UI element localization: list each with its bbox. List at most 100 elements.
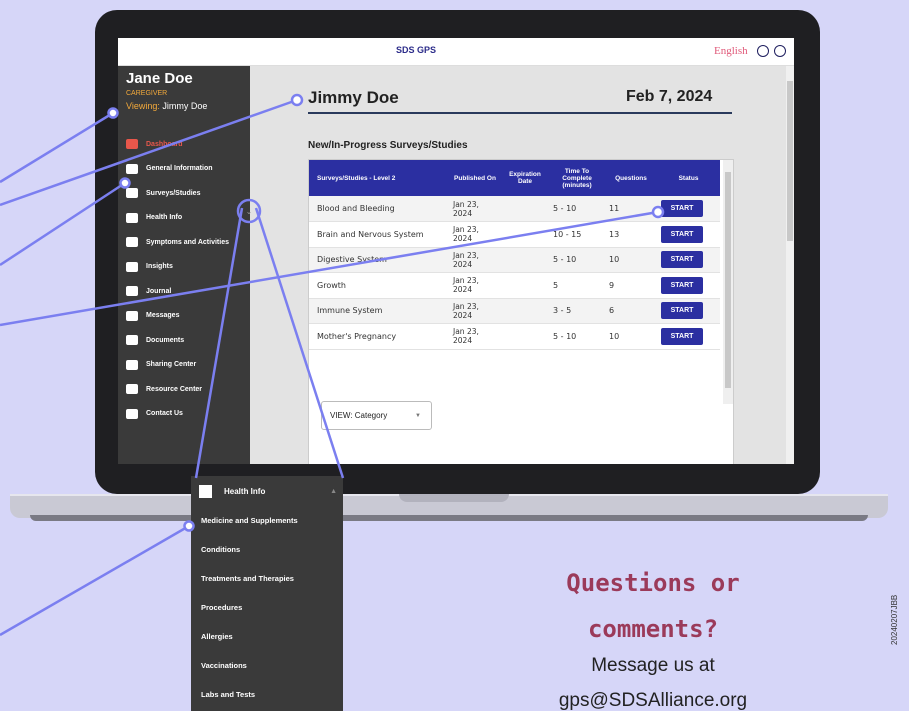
chart-icon <box>126 261 138 272</box>
sidebar-item-messages[interactable]: Messages <box>118 304 250 329</box>
chevron-down-icon: ▼ <box>415 413 421 419</box>
question-count: 6 <box>605 298 657 324</box>
submenu-item-procedures[interactable]: Procedures <box>191 593 343 622</box>
submenu-item-medicine[interactable]: Medicine and Supplements <box>191 506 343 535</box>
column-header[interactable]: Published On <box>449 160 501 196</box>
column-header[interactable]: Time To Complete (minutes) <box>549 160 605 196</box>
chevron-up-icon[interactable]: ▲ <box>330 488 337 495</box>
globe-icon[interactable] <box>757 45 769 57</box>
sidebar-item-label: Health Info <box>146 214 183 222</box>
published-date: Jan 23, 2024 <box>449 323 501 350</box>
column-header[interactable]: Surveys/Studies - Level 2 <box>309 160 449 196</box>
plus-icon <box>126 212 138 223</box>
time-to-complete: 5 - 10 <box>549 196 605 222</box>
expiration-date <box>501 221 549 248</box>
viewing-indicator: Viewing: Jimmy Doe <box>126 101 207 111</box>
sidebar-item-health-info[interactable]: Health Info <box>118 206 250 231</box>
header-divider <box>308 112 732 114</box>
sidebar-item-documents[interactable]: Documents <box>118 328 250 353</box>
sds-gps-logo[interactable]: SDS GPS <box>396 45 436 55</box>
sidebar-item-label: Messages <box>146 312 180 320</box>
user-circle-icon[interactable] <box>774 45 786 57</box>
time-to-complete: 5 <box>549 272 605 299</box>
question-icon <box>126 408 138 419</box>
callout-email[interactable]: gps@SDSAlliance.org <box>488 690 818 711</box>
submenu-header[interactable]: Health Info ▲ <box>191 476 343 506</box>
sidebar-item-sharing-center[interactable]: Sharing Center <box>118 353 250 378</box>
table-row: Brain and Nervous System Jan 23, 2024 10… <box>309 221 720 248</box>
language-selector[interactable]: English <box>714 45 748 57</box>
document-code: 20240207JBB <box>890 594 899 645</box>
survey-name: Mother's Pregnancy <box>309 323 449 350</box>
submenu-item-allergies[interactable]: Allergies <box>191 622 343 651</box>
callout-line-1: Questions or <box>566 569 740 597</box>
start-button[interactable]: START <box>661 225 703 243</box>
time-to-complete: 5 - 10 <box>549 323 605 350</box>
user-role: CAREGIVER <box>126 90 168 97</box>
health-info-submenu: Health Info ▲ Medicine and Supplements C… <box>191 476 343 711</box>
sidebar-item-contact-us[interactable]: Contact Us <box>118 402 250 427</box>
published-date: Jan 23, 2024 <box>449 221 501 248</box>
sidebar-item-label: Symptoms and Activities <box>146 238 229 246</box>
page-scrollbar[interactable] <box>786 66 794 464</box>
expiration-date <box>501 323 549 350</box>
sidebar-item-symptoms-activities[interactable]: Symptoms and Activities <box>118 230 250 255</box>
laptop-base-shadow <box>30 515 868 521</box>
sidebar-item-label: Resource Center <box>146 385 203 393</box>
table-row: Growth Jan 23, 2024 5 9 START <box>309 272 720 299</box>
column-header[interactable]: Expiration Date <box>501 160 549 196</box>
survey-name: Immune System <box>309 298 449 324</box>
sidebar-item-label: Documents <box>146 336 185 344</box>
time-to-complete: 10 - 15 <box>549 221 605 248</box>
expiration-date <box>501 298 549 324</box>
submenu-item-vaccinations[interactable]: Vaccinations <box>191 651 343 680</box>
sidebar-item-label: Surveys/Studies <box>146 189 201 197</box>
surveys-table: Surveys/Studies - Level 2 Published On E… <box>309 160 720 350</box>
table-row: Blood and Bleeding Jan 23, 2024 5 - 10 1… <box>309 196 720 222</box>
published-date: Jan 23, 2024 <box>449 272 501 299</box>
column-header[interactable]: Questions <box>605 160 657 196</box>
start-button[interactable]: START <box>661 302 703 320</box>
scrollbar-thumb[interactable] <box>725 172 731 388</box>
sidebar-item-general-information[interactable]: General Information <box>118 157 250 182</box>
share-icon <box>126 359 138 370</box>
view-category-select[interactable]: VIEW: Category ▼ <box>321 401 432 430</box>
clipboard-icon <box>126 188 138 199</box>
pointer-line-medicine <box>0 524 190 637</box>
surveys-card: Surveys/Studies - Level 2 Published On E… <box>308 159 734 464</box>
submenu-item-conditions[interactable]: Conditions <box>191 535 343 564</box>
start-button[interactable]: START <box>661 251 703 269</box>
start-button[interactable]: START <box>661 276 703 294</box>
app-screen: SDS GPS English Jane Doe CAREGIVER Viewi… <box>118 38 794 464</box>
table-row: Digestive System Jan 23, 2024 5 - 10 10 … <box>309 247 720 273</box>
home-icon <box>126 139 138 150</box>
table-row: Mother's Pregnancy Jan 23, 2024 5 - 10 1… <box>309 323 720 350</box>
column-header[interactable]: Status <box>657 160 720 196</box>
callout-message: Message us at <box>591 655 715 676</box>
submenu-header-label: Health Info <box>224 486 266 496</box>
user-name: Jane Doe <box>126 70 193 87</box>
view-select-value: VIEW: Category <box>330 411 388 420</box>
sidebar-item-insights[interactable]: Insights <box>118 255 250 280</box>
viewing-label: Viewing: <box>126 101 160 111</box>
envelope-icon <box>126 310 138 321</box>
table-scrollbar[interactable] <box>723 160 733 404</box>
sidebar-item-label: Insights <box>146 263 173 271</box>
submenu-item-labs-tests[interactable]: Labs and Tests <box>191 680 343 709</box>
top-bar: SDS GPS English <box>118 38 794 66</box>
start-button[interactable]: START <box>661 327 703 345</box>
sidebar-nav: Dashboard General Information Surveys/St… <box>118 132 250 426</box>
sidebar-item-resource-center[interactable]: Resource Center <box>118 377 250 402</box>
survey-name: Digestive System <box>309 247 449 273</box>
submenu-item-treatments[interactable]: Treatments and Therapies <box>191 564 343 593</box>
survey-name: Growth <box>309 272 449 299</box>
sidebar-item-dashboard[interactable]: Dashboard <box>118 132 250 157</box>
sidebar-item-journal[interactable]: Journal <box>118 279 250 304</box>
start-button[interactable]: START <box>661 200 703 217</box>
scrollbar-thumb[interactable] <box>787 81 793 241</box>
callout-line-2: comments? <box>587 615 719 643</box>
sidebar-item-surveys-studies[interactable]: Surveys/Studies <box>118 181 250 206</box>
id-card-icon <box>126 163 138 174</box>
sidebar-item-label: Journal <box>146 287 172 295</box>
question-count: 11 <box>605 196 657 222</box>
